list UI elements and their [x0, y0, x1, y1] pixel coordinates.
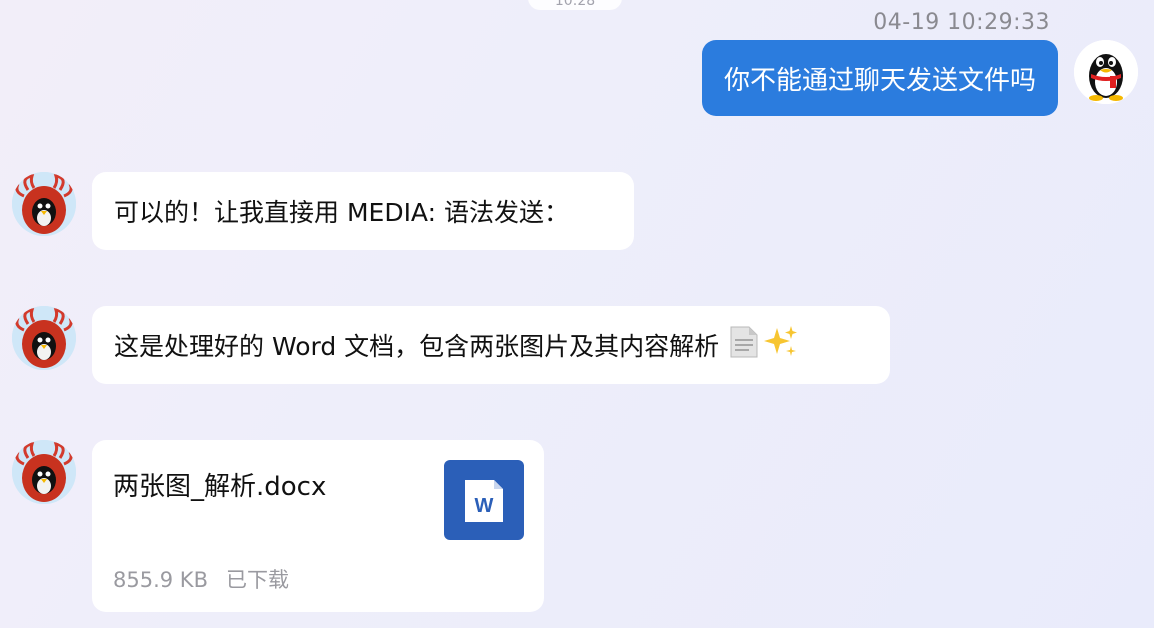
incoming-message-text: 这是处理好的 Word 文档，包含两张图片及其内容解析	[114, 332, 720, 361]
file-name: 两张图_解析.docx	[113, 472, 327, 502]
lobster-avatar-icon	[12, 306, 76, 370]
outgoing-message-bubble[interactable]: 你不能通过聊天发送文件吗	[701, 40, 1058, 116]
bot-avatar[interactable]	[12, 306, 76, 370]
time-divider: 10:28	[528, 0, 622, 10]
download-status: 已下载	[225, 568, 289, 592]
document-icon	[725, 324, 761, 366]
outgoing-message-text: 你不能通过聊天发送文件吗	[723, 65, 1036, 96]
word-document-icon: W	[444, 460, 524, 540]
incoming-message-bubble[interactable]: 这是处理好的 Word 文档，包含两张图片及其内容解析	[92, 306, 890, 384]
incoming-message-bubble[interactable]: 可以的！让我直接用 MEDIA: 语法发送：	[92, 172, 634, 250]
word-icon-letter: W	[475, 495, 494, 517]
file-attachment-card[interactable]: 两张图_解析.docx W 855.9 KB 已下载	[92, 440, 544, 612]
lobster-avatar-icon	[12, 440, 76, 504]
file-size: 855.9 KB	[113, 568, 208, 592]
user-avatar[interactable]	[1074, 40, 1138, 104]
incoming-message-text: 可以的！让我直接用 MEDIA: 语法发送：	[114, 198, 569, 227]
message-timestamp: 04-19 10:29:33	[873, 10, 1050, 35]
bot-avatar[interactable]	[12, 172, 76, 236]
sparkles-icon	[763, 324, 799, 366]
lobster-avatar-icon	[12, 172, 76, 236]
bot-avatar[interactable]	[12, 440, 76, 504]
file-meta: 855.9 KB 已下载	[113, 564, 289, 594]
penguin-avatar-icon	[1074, 40, 1138, 104]
